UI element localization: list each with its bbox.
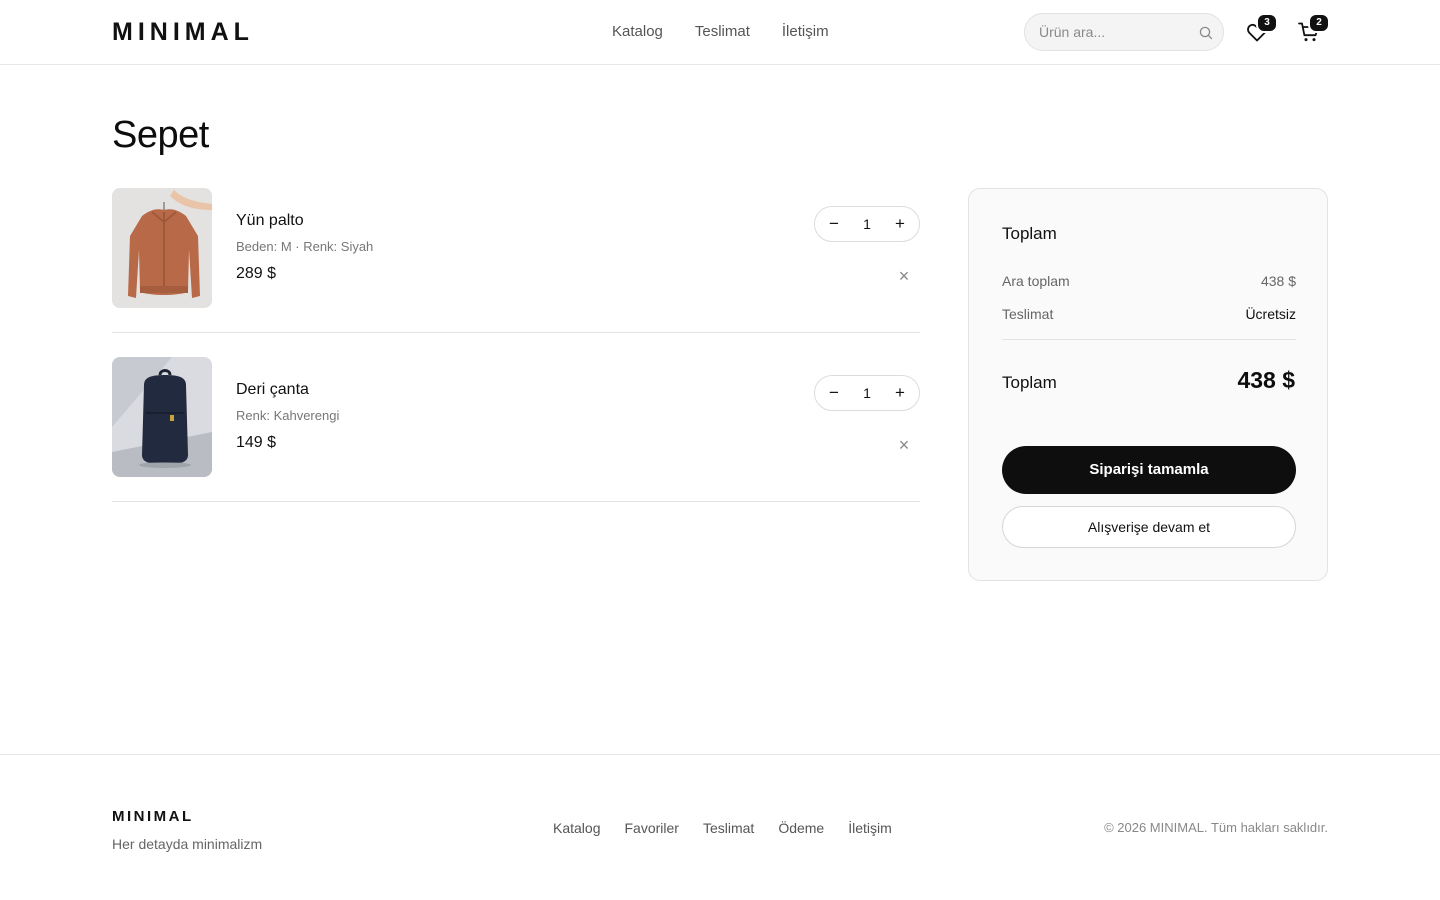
total-label: Toplam xyxy=(1002,373,1057,392)
summary-divider xyxy=(1002,339,1296,340)
product-image-backpack[interactable] xyxy=(112,357,212,477)
product-image-jacket[interactable] xyxy=(112,188,212,308)
shipping-value: Ücretsiz xyxy=(1245,306,1296,322)
remove-item-button[interactable]: × xyxy=(892,435,916,455)
subtotal-label: Ara toplam xyxy=(1002,273,1070,289)
item-price: 149 $ xyxy=(236,434,277,451)
quantity-value: 1 xyxy=(863,216,871,232)
footer-link-katalog[interactable]: Katalog xyxy=(553,819,600,837)
continue-shopping-button[interactable]: Alışverişe devam et xyxy=(1002,506,1296,548)
copyright: © 2026 MINIMAL. Tüm hakları saklıdır. xyxy=(1104,820,1328,835)
order-summary: Toplam Ara toplam 438 $ Teslimat Ücretsi… xyxy=(968,188,1328,581)
shipping-label: Teslimat xyxy=(1002,306,1054,322)
item-meta: Renk: Kahverengi xyxy=(236,408,340,423)
footer-link-odeme[interactable]: Ödeme xyxy=(778,819,824,837)
footer-nav: Katalog Favoriler Teslimat Ödeme İletişi… xyxy=(553,819,892,837)
cart-count-badge: 2 xyxy=(1308,13,1330,33)
quantity-stepper: − 1 + xyxy=(814,375,920,411)
item-meta: Beden: M · Renk: Siyah xyxy=(236,239,374,254)
footer-link-iletisim[interactable]: İletişim xyxy=(848,819,892,837)
shipping-row: Teslimat Ücretsiz xyxy=(1002,304,1296,324)
subtotal-value: 438 $ xyxy=(1260,273,1296,289)
nav-katalog[interactable]: Katalog xyxy=(612,22,663,42)
search-box xyxy=(1024,13,1224,51)
decrease-quantity-button[interactable]: − xyxy=(817,207,851,241)
logo[interactable]: MINIMAL xyxy=(112,17,254,47)
footer-logo[interactable]: MINIMAL xyxy=(112,808,194,826)
item-price: 289 $ xyxy=(236,265,277,282)
cart-button[interactable]: 2 xyxy=(1297,13,1330,44)
search-icon[interactable] xyxy=(1198,25,1214,41)
cart-item: Deri çanta Renk: Kahverengi 149 $ − 1 + … xyxy=(112,357,920,502)
footer-tagline: Her detayda minimalizm xyxy=(112,836,263,852)
favorites-count-badge: 3 xyxy=(1256,13,1278,33)
page-title: Sepet xyxy=(112,114,209,156)
quantity-value: 1 xyxy=(863,385,871,401)
item-name[interactable]: Deri çanta xyxy=(236,380,309,400)
footer-link-favoriler[interactable]: Favoriler xyxy=(624,819,678,837)
footer-link-teslimat[interactable]: Teslimat xyxy=(703,819,754,837)
site-footer: MINIMAL Her detayda minimalizm Katalog F… xyxy=(0,754,1440,900)
increase-quantity-button[interactable]: + xyxy=(883,207,917,241)
main-nav: Katalog Teslimat İletişim xyxy=(612,22,829,42)
remove-item-button[interactable]: × xyxy=(892,266,916,286)
nav-iletisim[interactable]: İletişim xyxy=(782,22,829,42)
quantity-stepper: − 1 + xyxy=(814,206,920,242)
item-name[interactable]: Yün palto xyxy=(236,211,304,231)
total-value: 438 $ xyxy=(1237,367,1295,393)
nav-teslimat[interactable]: Teslimat xyxy=(695,22,750,42)
increase-quantity-button[interactable]: + xyxy=(883,376,917,410)
summary-title: Toplam xyxy=(1002,224,1057,243)
favorites-button[interactable]: 3 xyxy=(1245,13,1278,44)
cart-item: Yün palto Beden: M · Renk: Siyah 289 $ −… xyxy=(112,188,920,333)
subtotal-row: Ara toplam 438 $ xyxy=(1002,271,1296,291)
site-header: MINIMAL Katalog Teslimat İletişim 3 2 xyxy=(0,0,1440,65)
decrease-quantity-button[interactable]: − xyxy=(817,376,851,410)
search-input[interactable] xyxy=(1039,14,1189,50)
checkout-button[interactable]: Siparişi tamamla xyxy=(1002,446,1296,494)
